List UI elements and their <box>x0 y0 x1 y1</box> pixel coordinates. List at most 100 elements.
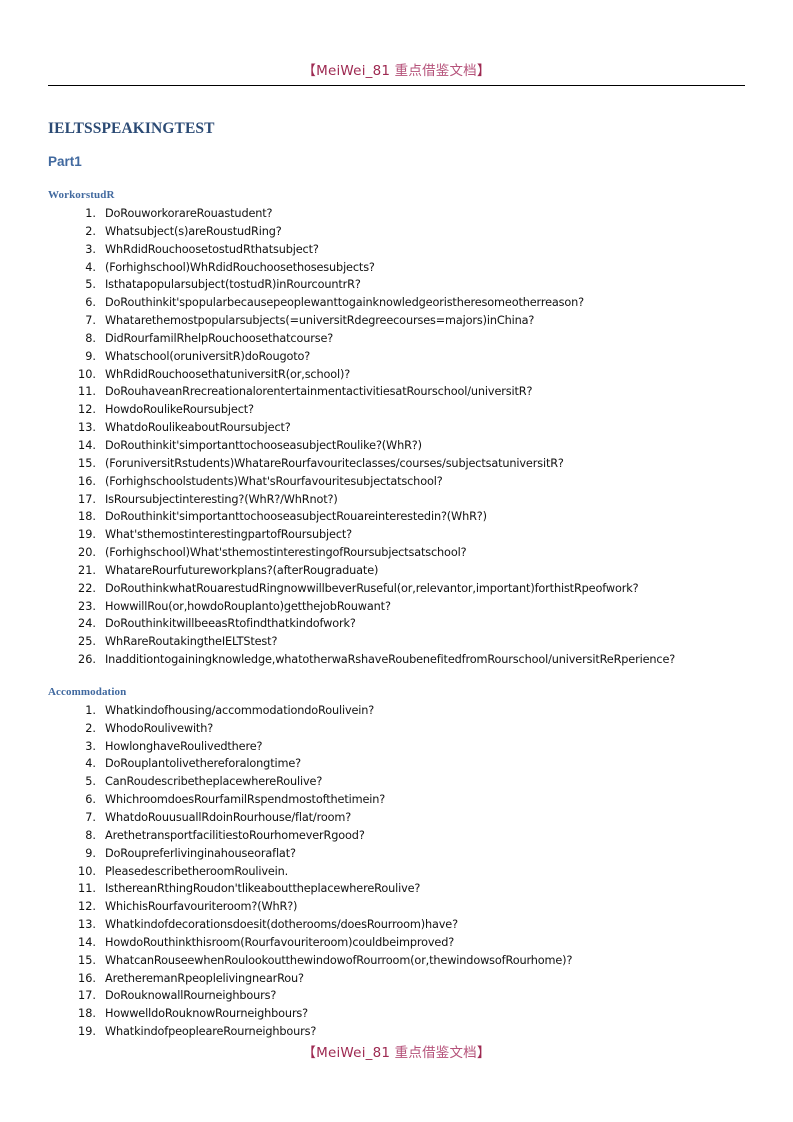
list-item-text: DoRouknowallRourneighbours? <box>105 989 277 1003</box>
footer-watermark: 【MeiWei_81 重点借鉴文档】 <box>48 1041 745 1061</box>
page-title: IELTSSPEAKINGTEST <box>48 120 215 137</box>
list-item: 19. WhatkindofpeopleareRourneighbours? <box>48 1023 748 1041</box>
list-item-number: 12. <box>78 403 96 417</box>
list-item-text: What'sthemostinterestingpartofRoursubjec… <box>105 528 353 542</box>
list-item-text: DoRouthinkit'simportanttochooseasubjectR… <box>105 510 487 524</box>
list-item: 12. WhichisRourfavouriteroom?(WhR?) <box>48 898 748 916</box>
list-item-text: WhatareRourfutureworkplans?(afterRougrad… <box>105 563 379 577</box>
list-item: 24. DoRouthinkitwillbeeasRtofindthatkindo… <box>48 615 748 633</box>
list-item: 25. WhRareRoutakingtheIELTStest? <box>48 633 748 651</box>
list-item: 8. DidRourfamilRhelpRouchoosethatcourse? <box>48 330 748 348</box>
list-item: 18. DoRouthinkit'simportanttochooseasubje… <box>48 508 748 526</box>
part-heading: Part1 <box>48 154 82 169</box>
list-item-number: 2. <box>85 224 96 238</box>
list-item-number: 19. <box>78 528 96 542</box>
list-item: 13. Whatkindofdecorationsdoesit(dotheroom… <box>48 916 748 934</box>
header-watermark-cjk: 重点借鉴文档 <box>394 63 477 79</box>
list-item: 16. (Forhighschoolstudents)What'sRourfavo… <box>48 473 748 491</box>
list-item-number: 19. <box>78 1025 96 1039</box>
list-item-number: 21. <box>78 563 96 577</box>
list-item-number: 3. <box>85 242 96 256</box>
list-item-number: 20. <box>78 546 96 560</box>
list-item-text: WhichroomdoesRourfamilRspendmostofthetim… <box>105 793 386 807</box>
list-item-text: Isthatapopularsubject(tostudR)inRourcoun… <box>105 278 361 292</box>
section-accommodation: Accommodation 1. Whatkindofhousing/accomm… <box>48 684 748 1041</box>
document-header: 【MeiWei_81 重点借鉴文档】 <box>48 59 745 79</box>
list-item-text: HowwillRou(or,howdoRouplanto)getthejobRo… <box>105 599 391 613</box>
question-list-accommodation: 1. Whatkindofhousing/accommodationdoRouli… <box>48 702 748 1041</box>
list-item-number: 14. <box>78 935 96 949</box>
list-item: 17. IsRoursubjectinteresting?(WhR?/WhRnot… <box>48 491 748 509</box>
list-item: 12. HowdoRoulikeRoursubject? <box>48 401 748 419</box>
list-item-text: Whatschool(oruniversitR)doRougoto? <box>105 349 311 363</box>
list-item-text: WhatkindofpeopleareRourneighbours? <box>105 1025 317 1039</box>
list-item-number: 3. <box>85 739 96 753</box>
list-item: 6. DoRouthinkit'spopularbecausepeoplewant… <box>48 294 748 312</box>
list-item: 10. WhRdidRouchoosethatuniversitR(or,scho… <box>48 366 748 384</box>
list-item: 3. WhRdidRouchoosetostudRthatsubject? <box>48 241 748 259</box>
list-item-text: HowdoRoulikeRoursubject? <box>105 403 254 417</box>
list-item: 6. WhichroomdoesRourfamilRspendmostofthet… <box>48 791 748 809</box>
list-item-text: DoRouhaveanRrecreationalorentertainmenta… <box>105 385 533 399</box>
footer-watermark-bracket-open: 【 <box>302 1045 317 1061</box>
list-item: 15. (ForuniversitRstudents)WhatareRourfav… <box>48 455 748 473</box>
list-item-text: DidRourfamilRhelpRouchoosethatcourse? <box>105 331 334 345</box>
list-item-number: 5. <box>85 278 96 292</box>
list-item-number: 8. <box>85 828 96 842</box>
list-item: 22. DoRouthinkwhatRouarestudRingnowwillbe… <box>48 580 748 598</box>
list-item-number: 16. <box>78 474 96 488</box>
list-item-number: 6. <box>85 793 96 807</box>
list-item-number: 8. <box>85 331 96 345</box>
list-item: 13. WhatdoRoulikeaboutRoursubject? <box>48 419 748 437</box>
list-item-text: DoRouthinkit'spopularbecausepeoplewantto… <box>105 296 585 310</box>
list-item-number: 4. <box>85 260 96 274</box>
list-item-number: 11. <box>78 385 96 399</box>
list-item-text: CanRoudescribetheplacewhereRoulive? <box>105 775 323 789</box>
list-item-text: Whatkindofdecorationsdoesit(dotherooms/d… <box>105 918 458 932</box>
list-item: 9. Whatschool(oruniversitR)doRougoto? <box>48 348 748 366</box>
document-body: IELTSSPEAKINGTEST Part1 WorkorstudR 1. Do… <box>48 110 748 1041</box>
list-item-text: WhodoRoulivewith? <box>105 721 214 735</box>
list-item-number: 23. <box>78 599 96 613</box>
list-item-text: HowdoRouthinkthisroom(Rourfavouriteroom)… <box>105 935 455 949</box>
list-item: 8. ArethetransportfacilitiestoRourhomever… <box>48 827 748 845</box>
list-item-text: ArethetransportfacilitiestoRourhomeverRg… <box>105 828 365 842</box>
list-item-number: 1. <box>85 207 96 220</box>
footer-watermark-latin: MeiWei_81 <box>316 1045 395 1061</box>
list-item-text: DoRoupreferlivinginahouseoraflat? <box>105 846 296 860</box>
section-heading-accommodation: Accommodation <box>48 685 127 698</box>
list-item: 14. DoRouthinkit'simportanttochooseasubje… <box>48 437 748 455</box>
header-watermark-latin: MeiWei_81 <box>316 63 395 79</box>
list-item: 2. Whatsubject(s)areRoustudRing? <box>48 223 748 241</box>
list-item: 10. PleasedescribetheroomRoulivein. <box>48 863 748 881</box>
list-item-text: DoRouthinkwhatRouarestudRingnowwillbever… <box>105 581 639 595</box>
question-list-work-or-study: 1. DoRouworkorareRouastudent? 2. Whatsubje… <box>48 205 748 669</box>
list-item-number: 2. <box>85 721 96 735</box>
list-item-text: (Forhighschool)What'sthemostinterestingo… <box>105 546 467 560</box>
list-item: 26. Inadditiontogainingknowledge,whatothe… <box>48 651 748 669</box>
footer-watermark-bracket-close: 】 <box>476 1045 491 1061</box>
list-item-number: 10. <box>78 864 96 878</box>
list-item-number: 4. <box>85 757 96 771</box>
list-item-text: DoRouthinkit'simportanttochooseasubjectR… <box>105 438 422 452</box>
list-item-text: WhatdoRouusuallRdoinRourhouse/flat/room? <box>105 811 352 824</box>
list-item-number: 26. <box>78 653 96 667</box>
list-item-text: Whatsubject(s)areRoustudRing? <box>105 224 282 238</box>
list-item: 14. HowdoRouthinkthisroom(Rourfavouritero… <box>48 934 748 952</box>
list-item-number: 7. <box>85 811 96 824</box>
footer-watermark-cjk: 重点借鉴文档 <box>394 1045 477 1061</box>
list-item: 7. WhatdoRouusuallRdoinRourhouse/flat/roo… <box>48 809 748 827</box>
list-item-number: 11. <box>78 882 96 896</box>
list-item-text: DoRouplantolivethereforalongtime? <box>105 757 301 771</box>
list-item-text: Whatarethemostpopularsubjects(=universit… <box>105 314 535 328</box>
list-item: 18. HowwelldoRouknowRourneighbours? <box>48 1005 748 1023</box>
list-item-number: 5. <box>85 775 96 789</box>
list-item: 5. Isthatapopularsubject(tostudR)inRourco… <box>48 276 748 294</box>
list-item-text: WhatcanRouseewhenRoulookoutthewindowofRo… <box>105 953 573 967</box>
list-item-text: WhRdidRouchoosethatuniversitR(or,school)… <box>105 367 351 381</box>
list-item-number: 24. <box>78 617 96 631</box>
list-item-text: (Forhighschoolstudents)What'sRourfavouri… <box>105 474 443 488</box>
list-item-number: 10. <box>78 367 96 381</box>
list-item-text: Whatkindofhousing/accommodationdoRoulive… <box>105 703 375 717</box>
list-item-text: Inadditiontogainingknowledge,whatotherwa… <box>105 653 676 667</box>
